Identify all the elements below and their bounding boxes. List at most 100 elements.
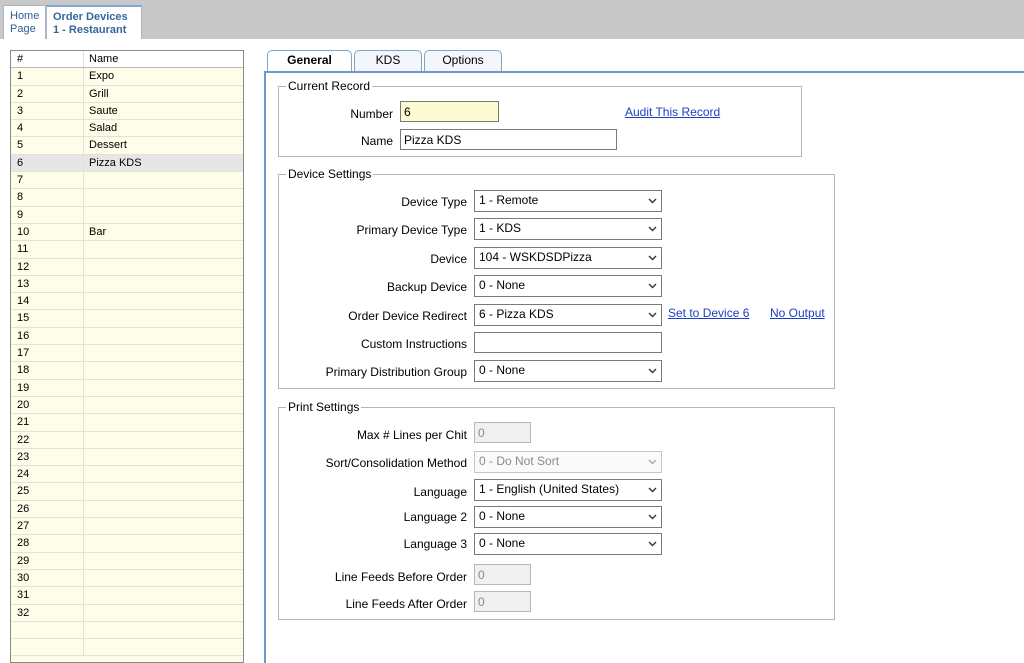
device-select[interactable]: 104 - WSKDSDPizza <box>474 247 662 269</box>
device-settings-group: Device Settings Device Type 1 - Remote P… <box>278 167 835 389</box>
list-item-name <box>84 380 243 396</box>
list-item-name: Saute <box>89 104 118 117</box>
list-item-number: 9 <box>11 206 84 223</box>
list-item[interactable]: 4 Salad <box>11 120 243 138</box>
tab-general[interactable]: General <box>267 50 352 72</box>
nav-tab-home-page[interactable]: Home Page <box>3 5 46 39</box>
tab-options[interactable]: Options <box>424 50 502 71</box>
nav-tab-home-line2: Page <box>10 23 36 35</box>
list-item[interactable]: 6 Pizza KDS <box>11 154 243 173</box>
print-settings-title: Print Settings <box>286 400 362 414</box>
list-item-number: 12 <box>11 258 84 275</box>
list-item[interactable]: 7 <box>11 172 243 190</box>
language2-select[interactable]: 0 - None <box>474 506 662 528</box>
list-item-name <box>84 570 243 586</box>
list-item[interactable]: 31 <box>11 587 243 605</box>
language2-value: 0 - None <box>479 509 526 523</box>
audit-record-link[interactable]: Audit This Record <box>625 105 720 119</box>
tab-kds[interactable]: KDS <box>354 50 422 71</box>
list-item-number: 2 <box>11 85 84 102</box>
sort-method-select[interactable]: 0 - Do Not Sort <box>474 451 662 473</box>
list-item[interactable]: 18 <box>11 362 243 380</box>
list-item[interactable]: 17 <box>11 345 243 363</box>
primary-distribution-group-select[interactable]: 0 - None <box>474 360 662 382</box>
list-item[interactable]: 10 Bar <box>11 223 243 242</box>
device-value: 104 - WSKDSDPizza <box>479 250 592 264</box>
list-item-number: 25 <box>11 483 84 500</box>
list-item-number: 29 <box>11 552 84 569</box>
list-item-number: 6 <box>11 154 84 172</box>
list-item-number: 8 <box>11 189 84 206</box>
list-item[interactable]: 30 <box>11 569 243 588</box>
list-item[interactable]: 26 <box>11 500 243 519</box>
list-item[interactable]: 5 Dessert <box>11 137 243 155</box>
list-item[interactable]: 8 <box>11 189 243 207</box>
line-feeds-before-label: Line Feeds Before Order <box>334 570 467 584</box>
column-header-number[interactable]: # <box>11 51 84 68</box>
list-item-name <box>84 241 243 257</box>
chevron-down-icon <box>646 305 658 325</box>
list-item[interactable]: 2 Grill <box>11 85 243 103</box>
list-item[interactable]: 24 <box>11 466 243 484</box>
name-field[interactable] <box>400 129 617 150</box>
current-record-title: Current Record <box>286 79 373 93</box>
list-item[interactable]: 9 <box>11 206 243 224</box>
backup-device-select[interactable]: 0 - None <box>474 275 662 297</box>
primary-device-type-select[interactable]: 1 - KDS <box>474 218 662 240</box>
list-item[interactable]: 28 <box>11 535 243 553</box>
top-nav-bar: Home Page Order Devices 1 - Restaurant <box>0 0 1024 39</box>
list-item-name <box>84 259 243 275</box>
list-item[interactable]: 21 <box>11 414 243 432</box>
list-item-number: 7 <box>11 172 84 189</box>
max-lines-label: Max # Lines per Chit <box>356 428 467 442</box>
number-label: Number <box>350 107 393 121</box>
list-item[interactable]: 29 <box>11 552 243 570</box>
list-item[interactable]: 14 <box>11 293 243 311</box>
general-tab-panel: Current Record Number Audit This Record … <box>264 71 1024 663</box>
list-item[interactable] <box>11 621 243 640</box>
list-item[interactable]: 11 <box>11 241 243 259</box>
list-item[interactable]: 16 <box>11 327 243 346</box>
list-item[interactable]: 20 <box>11 396 243 415</box>
list-item-number: 30 <box>11 569 84 587</box>
record-list[interactable]: # Name 1 Expo 2 Grill 3 Saute 4 Salad 5 Dessert 6 P… <box>10 50 244 663</box>
list-item[interactable]: 3 Saute <box>11 102 243 121</box>
line-feeds-before-field[interactable] <box>474 564 531 585</box>
list-item-name <box>84 172 243 188</box>
list-item[interactable]: 25 <box>11 483 243 501</box>
chevron-down-icon <box>646 191 658 211</box>
custom-instructions-field[interactable] <box>474 332 662 353</box>
list-item-number: 16 <box>11 327 84 345</box>
chevron-down-icon <box>646 534 658 554</box>
list-item-number: 18 <box>11 362 84 379</box>
language3-select[interactable]: 0 - None <box>474 533 662 555</box>
list-item[interactable]: 27 <box>11 518 243 536</box>
number-field[interactable] <box>400 101 499 122</box>
no-output-link[interactable]: No Output <box>770 306 825 320</box>
list-item-number: 5 <box>11 137 84 154</box>
list-item[interactable]: 13 <box>11 275 243 294</box>
language-select[interactable]: 1 - English (United States) <box>474 479 662 501</box>
list-item-name: Dessert <box>89 139 127 152</box>
column-header-name[interactable]: Name <box>84 51 243 67</box>
list-item[interactable]: 12 <box>11 258 243 276</box>
nav-tab-order-devices[interactable]: Order Devices 1 - Restaurant <box>46 5 142 39</box>
list-item[interactable]: 1 Expo <box>11 68 243 86</box>
max-lines-field[interactable] <box>474 422 531 443</box>
list-item[interactable]: 19 <box>11 379 243 397</box>
list-item-name: Bar <box>89 225 107 238</box>
list-item-number: 1 <box>11 68 84 85</box>
list-item-number: 15 <box>11 310 84 327</box>
list-item[interactable]: 22 <box>11 431 243 449</box>
list-item-name <box>84 587 243 603</box>
list-item[interactable]: 23 <box>11 448 243 467</box>
line-feeds-after-field[interactable] <box>474 591 531 612</box>
list-item-number: 14 <box>11 293 84 310</box>
chevron-down-icon <box>646 480 658 500</box>
list-item[interactable] <box>11 639 243 657</box>
list-item[interactable]: 32 <box>11 604 243 622</box>
set-to-device-link[interactable]: Set to Device 6 <box>668 306 749 320</box>
list-item[interactable]: 15 <box>11 310 243 328</box>
order-device-redirect-select[interactable]: 6 - Pizza KDS <box>474 304 662 326</box>
device-type-select[interactable]: 1 - Remote <box>474 190 662 212</box>
